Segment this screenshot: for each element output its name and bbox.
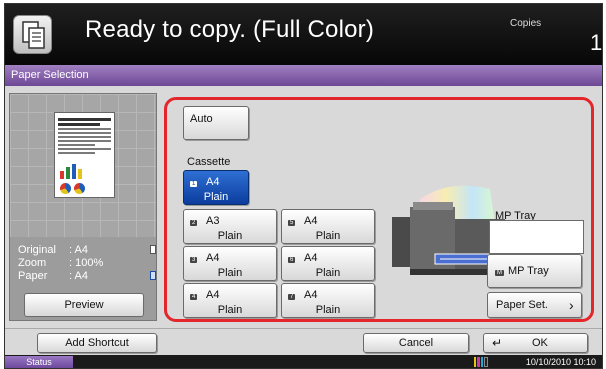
copy-function-icon [13, 15, 52, 54]
paper-selection-content: Original : A4 Zoom : 100% Paper : A4 Pre… [5, 86, 602, 328]
info-row-zoom: Zoom : 100% [18, 257, 104, 269]
info-row-original: Original : A4 [14, 244, 156, 257]
cassette-3-button[interactable]: 3 A4 Plain [183, 246, 277, 281]
chevron-right-icon: › [569, 297, 574, 313]
preview-info: Original : A4 Zoom : 100% Paper : A4 [14, 244, 156, 283]
cassette-4-button[interactable]: 4 A4 Plain [183, 283, 277, 318]
preview-button[interactable]: Preview [24, 293, 144, 317]
status-message: Ready to copy. (Full Color) [85, 16, 375, 43]
tray-badge: 5 [288, 220, 296, 226]
thumbnail-chart-icon [60, 164, 82, 179]
thumbnail-pie-icon [60, 183, 85, 194]
toner-level-icon [474, 357, 488, 367]
action-bar: Add Shortcut Cancel ↵ OK [5, 328, 602, 355]
tray-badge: 2 [190, 220, 198, 226]
tray-badge: 6 [288, 257, 296, 263]
document-thumbnail [54, 112, 115, 198]
panel-screen: Ready to copy. (Full Color) Copies 1 Pap… [4, 3, 603, 369]
cassette-5-button[interactable]: 5 A4 Plain [281, 209, 375, 244]
panel-title: Paper Selection [5, 65, 602, 86]
status-button[interactable]: Status [5, 356, 73, 368]
tray-badge: 1 [190, 181, 198, 187]
copies-count: 1 [590, 30, 603, 55]
mp-tray-display [489, 220, 584, 254]
enter-icon: ↵ [492, 336, 503, 350]
add-shortcut-button[interactable]: Add Shortcut [37, 333, 157, 353]
ok-button[interactable]: ↵ OK [483, 333, 588, 353]
date-time: 10/10/2010 10:10 [525, 357, 596, 367]
tray-badge: 4 [190, 294, 198, 300]
header-bar: Ready to copy. (Full Color) Copies 1 [5, 4, 602, 65]
tray-badge: 3 [190, 257, 198, 263]
cassette-7-button[interactable]: 7 A4 Plain [281, 283, 375, 318]
cancel-button[interactable]: Cancel [363, 333, 469, 353]
preview-grid [10, 94, 156, 237]
portrait-page-icon [150, 245, 156, 254]
paper-set-button[interactable]: Paper Set. › [487, 292, 582, 318]
tray-badge: 7 [288, 294, 296, 300]
cassette-1-button[interactable]: 1 A4 Plain [183, 170, 249, 205]
paper-tray-icon [150, 271, 156, 280]
status-bar: Status 10/10/2010 10:10 [5, 355, 602, 368]
info-row-paper: Paper : A4 [14, 270, 156, 283]
mp-tray-badge: M [495, 270, 504, 276]
cassette-label: Cassette [187, 156, 231, 168]
copies-label: Copies [510, 18, 542, 29]
cassette-2-button[interactable]: 2 A3 Plain [183, 209, 277, 244]
preview-pane: Original : A4 Zoom : 100% Paper : A4 Pre… [9, 93, 157, 321]
auto-paper-button[interactable]: Auto [183, 106, 249, 140]
cassette-6-button[interactable]: 6 A4 Plain [281, 246, 375, 281]
mp-tray-button[interactable]: M MP Tray [487, 254, 582, 288]
